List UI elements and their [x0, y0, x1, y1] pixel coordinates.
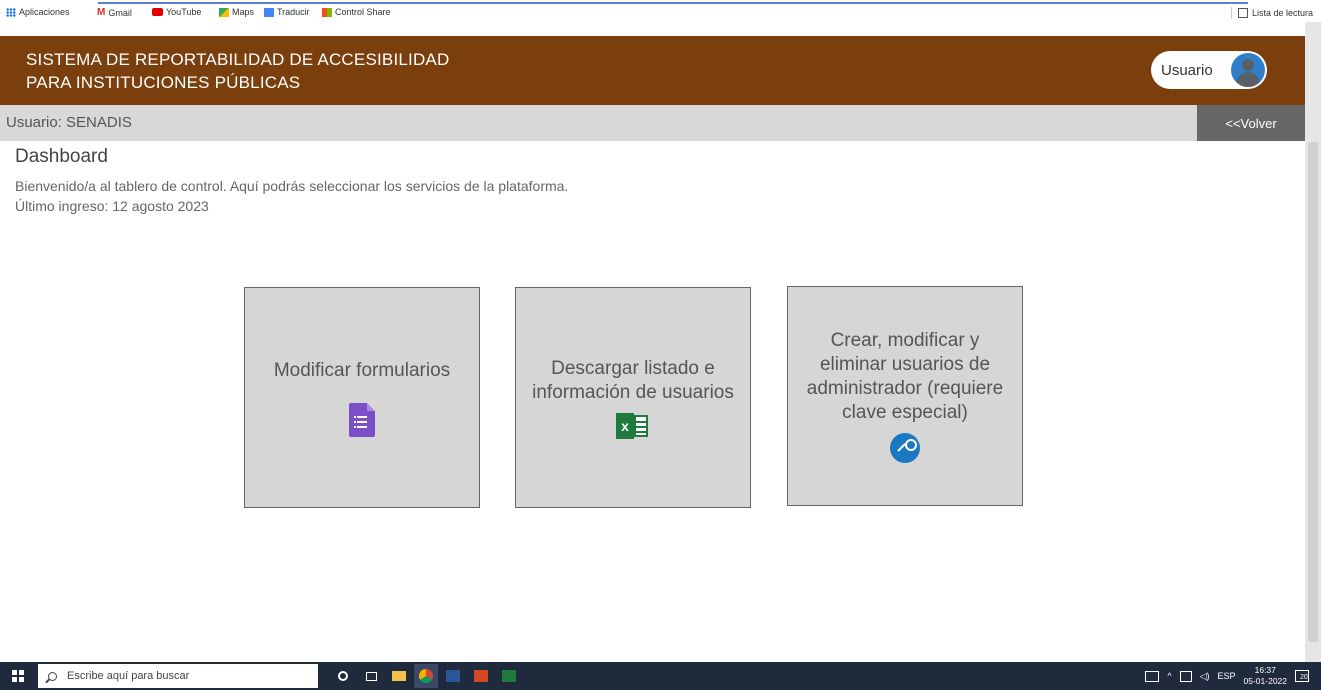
- page-title: Dashboard: [15, 146, 108, 167]
- avatar-head: [1242, 59, 1254, 71]
- current-user-label: Usuario: SENADIS: [6, 114, 132, 131]
- bookmark-label: YouTube: [166, 7, 202, 17]
- scrollbar-thumb[interactable]: [1308, 142, 1318, 642]
- bookmark-aplicaciones[interactable]: Aplicaciones: [6, 7, 70, 17]
- bookmark-label: Control Share: [335, 7, 391, 17]
- bookmark-label: Aplicaciones: [19, 7, 70, 17]
- chevron-up-icon[interactable]: ^: [1167, 671, 1171, 681]
- language-indicator[interactable]: ESP: [1218, 671, 1236, 681]
- start-button[interactable]: [12, 670, 24, 682]
- user-menu-button[interactable]: Usuario: [1151, 51, 1267, 89]
- app-header: SISTEMA DE REPORTABILIDAD DE ACCESIBILID…: [0, 36, 1305, 105]
- powerpoint-icon[interactable]: [472, 667, 490, 685]
- taskbar-search-input[interactable]: Escribe aquí para buscar: [38, 664, 318, 688]
- user-bar: Usuario: SENADIS <<Volver: [0, 105, 1305, 141]
- bookmark-label: Traducir: [277, 7, 310, 17]
- keyboard-icon[interactable]: [1145, 670, 1160, 682]
- download-users-card[interactable]: Descargar listado e información de usuar…: [515, 287, 751, 508]
- bookmark-gmail[interactable]: M Gmail: [97, 7, 132, 18]
- excel-icon: x: [616, 412, 650, 439]
- bookmark-traducir[interactable]: Traducir: [264, 7, 310, 17]
- excel-taskbar-icon[interactable]: [500, 667, 518, 685]
- clock-date: 05-01-2022: [1243, 676, 1287, 686]
- avatar-icon: [1231, 53, 1265, 87]
- youtube-icon: [152, 8, 163, 16]
- clock[interactable]: 16:37 05-01-2022: [1244, 665, 1287, 687]
- maps-icon: [219, 7, 229, 17]
- notification-count: 20: [1300, 674, 1308, 681]
- back-button[interactable]: <<Volver: [1197, 105, 1305, 141]
- card-label: Descargar listado e información de usuar…: [532, 357, 734, 403]
- google-forms-icon: [349, 402, 375, 437]
- network-icon[interactable]: [1179, 670, 1192, 682]
- bookmark-youtube[interactable]: YouTube: [152, 7, 201, 17]
- bookmark-maps[interactable]: Maps: [219, 7, 254, 17]
- manage-admins-card[interactable]: Crear, modificar y eliminar usuarios de …: [787, 286, 1023, 506]
- key-icon: [890, 433, 920, 463]
- clock-time: 16:37: [1254, 665, 1276, 675]
- avatar-body: [1237, 72, 1259, 87]
- bookmark-control-share[interactable]: Control Share: [322, 7, 391, 17]
- cortana-icon[interactable]: [334, 667, 352, 685]
- page-scrollbar[interactable]: [1305, 22, 1321, 662]
- welcome-text: Bienvenido/a al tablero de control. Aquí…: [15, 178, 569, 194]
- app-title: SISTEMA DE REPORTABILIDAD DE ACCESIBILID…: [26, 48, 449, 94]
- card-label: Crear, modificar y eliminar usuarios de …: [806, 330, 1004, 423]
- modify-forms-card[interactable]: Modificar formularios: [244, 287, 480, 508]
- reading-list-label: Lista de lectura: [1251, 8, 1313, 18]
- app-title-line1: SISTEMA DE REPORTABILIDAD DE ACCESIBILID…: [26, 50, 450, 69]
- bookmark-label: Maps: [232, 7, 255, 17]
- user-menu-label: Usuario: [1161, 61, 1213, 79]
- bookmark-label: Gmail: [108, 7, 132, 18]
- windows-taskbar: Escribe aquí para buscar ^ ◁) ESP 16:37 …: [0, 662, 1321, 690]
- app-title-line2: PARA INSTITUCIONES PÚBLICAS: [26, 73, 301, 92]
- notifications-icon[interactable]: 20: [1295, 670, 1309, 682]
- apps-grid-icon: [6, 7, 16, 17]
- task-view-icon[interactable]: [362, 667, 380, 685]
- search-placeholder: Escribe aquí para buscar: [67, 670, 190, 682]
- divider: [1230, 7, 1232, 19]
- system-tray: ^ ◁) ESP 16:37 05-01-2022 20: [1145, 662, 1309, 690]
- file-explorer-icon[interactable]: [390, 667, 408, 685]
- word-icon[interactable]: [444, 667, 462, 685]
- last-login-text: Último ingreso: 12 agosto 2023: [15, 198, 209, 214]
- translate-icon: [264, 7, 274, 17]
- reading-list-icon: [1237, 8, 1248, 18]
- gmail-icon: M: [97, 7, 106, 18]
- loading-bar: [98, 2, 1248, 4]
- windows-logo-icon: [322, 7, 332, 17]
- chrome-icon[interactable]: [414, 664, 438, 688]
- reading-list-button[interactable]: Lista de lectura: [1230, 7, 1313, 19]
- volume-icon[interactable]: ◁): [1200, 671, 1210, 682]
- bookmarks-bar: Aplicaciones M Gmail YouTube Maps Traduc…: [0, 0, 1321, 22]
- card-label: Modificar formularios: [273, 359, 451, 381]
- search-icon: [48, 671, 57, 681]
